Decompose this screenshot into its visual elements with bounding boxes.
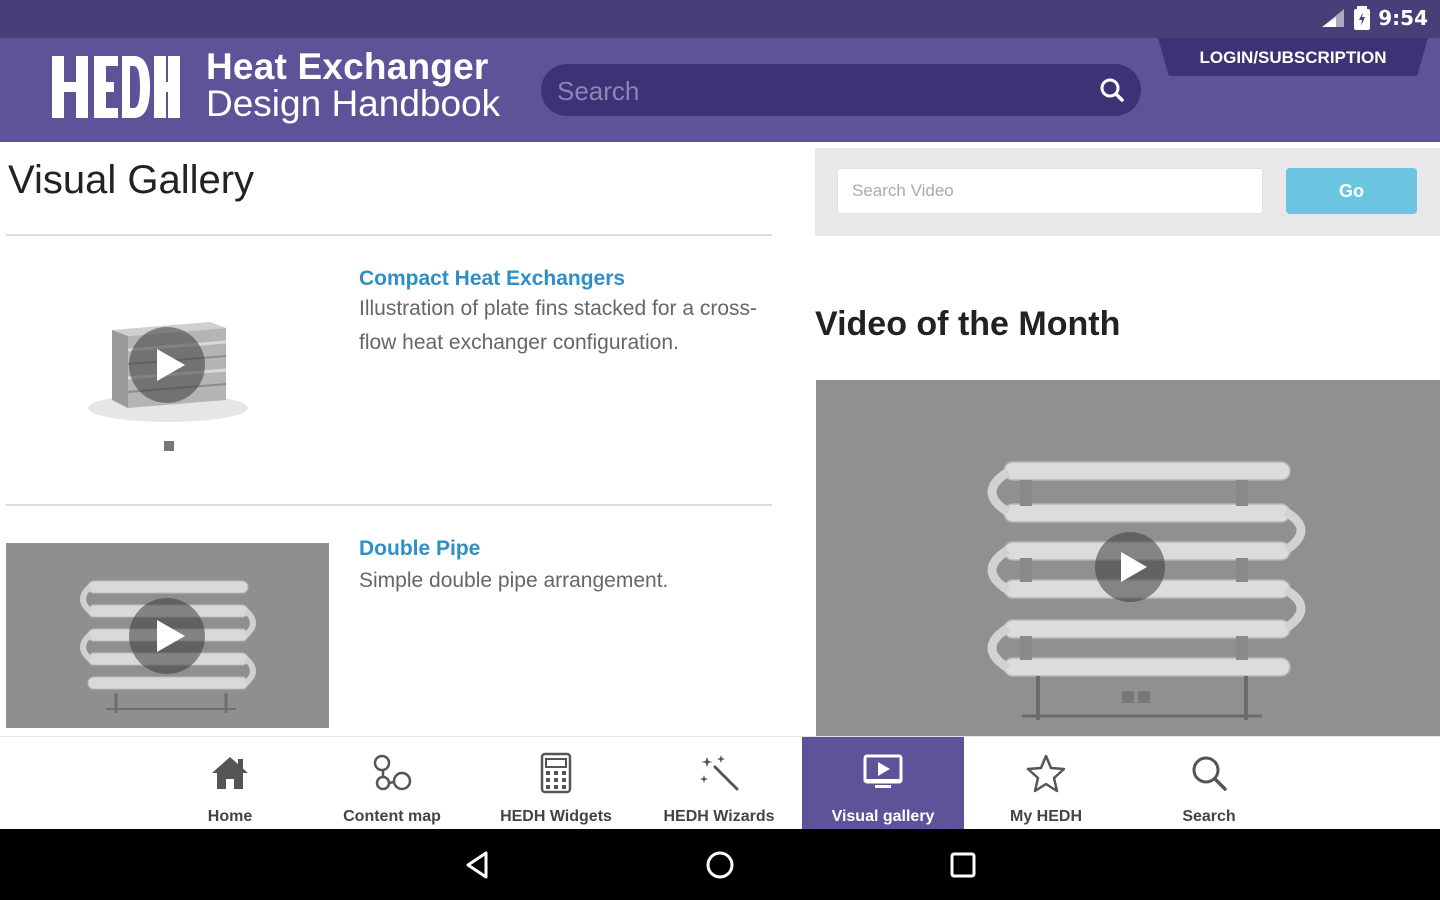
login-label: LOGIN/SUBSCRIPTION [1199, 48, 1387, 67]
gallery-thumbnail-compact[interactable] [70, 290, 270, 460]
video-search-placeholder: Search Video [852, 181, 954, 200]
play-button[interactable] [129, 327, 205, 403]
page-title: Visual Gallery [8, 158, 255, 202]
nav-label: My HEDH [1009, 808, 1082, 825]
app-title: Heat Exchanger Design Handbook [206, 48, 500, 122]
video-search-input[interactable]: Search Video [837, 168, 1263, 214]
home-icon [212, 757, 248, 789]
nav-hedh-widgets[interactable]: HEDH Widgets [475, 737, 637, 830]
bottom-nav: Home Content map HEDH Widgets HEDH Wizar… [0, 736, 1440, 830]
nav-label: Visual gallery [831, 808, 935, 825]
content-map-icon [373, 754, 412, 791]
gallery-item-title-compact[interactable]: Compact Heat Exchangers [359, 267, 625, 291]
back-icon[interactable] [460, 847, 496, 883]
calculator-icon [540, 752, 572, 794]
header-search-input[interactable]: Search [541, 64, 1141, 116]
go-button[interactable]: Go [1286, 168, 1417, 214]
system-nav-bar [0, 829, 1440, 900]
divider [6, 234, 772, 236]
gallery-item-title-double-pipe[interactable]: Double Pipe [359, 537, 480, 561]
home-circle-icon[interactable] [702, 847, 738, 883]
signal-icon [1322, 9, 1345, 27]
recents-icon[interactable] [945, 847, 981, 883]
nav-visual-gallery[interactable]: Visual gallery [802, 737, 964, 830]
play-icon [157, 620, 185, 652]
header-search-placeholder: Search [557, 76, 640, 106]
play-button[interactable] [1095, 532, 1165, 602]
status-icons: 9:54 [1320, 6, 1428, 30]
gallery-thumbnail-double-pipe[interactable] [6, 543, 329, 728]
magic-wand-icon [700, 755, 739, 791]
nav-my-hedh[interactable]: My HEDH [965, 737, 1127, 830]
search-icon [1192, 756, 1227, 791]
nav-label: Content map [343, 808, 441, 825]
star-icon [1026, 754, 1066, 793]
play-icon [157, 349, 185, 381]
app-title-line2: Design Handbook [206, 83, 501, 124]
nav-home[interactable]: Home [149, 737, 311, 830]
nav-label: Search [1182, 808, 1236, 825]
play-button[interactable] [129, 598, 205, 674]
nav-label: HEDH Widgets [500, 808, 612, 825]
login-subscription-button[interactable]: LOGIN/SUBSCRIPTION [1158, 38, 1428, 76]
hedh-logo-mark [52, 56, 180, 118]
search-icon[interactable] [1097, 75, 1127, 105]
play-icon [1121, 552, 1147, 582]
gallery-item-description: Illustration of plate fins stacked for a… [359, 297, 758, 354]
video-of-the-month-player[interactable] [816, 380, 1440, 736]
nav-label: Home [207, 808, 253, 825]
video-search-panel: Search Video Go [815, 148, 1440, 236]
video-screen-icon [863, 754, 903, 788]
status-time: 9:54 [1378, 6, 1428, 30]
battery-icon [1354, 6, 1371, 30]
nav-content-map[interactable]: Content map [311, 737, 473, 830]
hedh-logo[interactable] [50, 52, 182, 122]
status-bar: 9:54 [0, 0, 1440, 38]
nav-hedh-wizards[interactable]: HEDH Wizards [638, 737, 800, 830]
video-of-the-month-title: Video of the Month [815, 305, 1121, 343]
app-header: Heat Exchanger Design Handbook Search LO… [0, 38, 1440, 142]
gallery-item-description: Simple double pipe arrangement. [359, 569, 669, 592]
divider [6, 504, 772, 506]
nav-label: HEDH Wizards [663, 808, 775, 825]
app-title-line1: Heat Exchanger [206, 46, 489, 87]
nav-search[interactable]: Search [1128, 737, 1290, 830]
